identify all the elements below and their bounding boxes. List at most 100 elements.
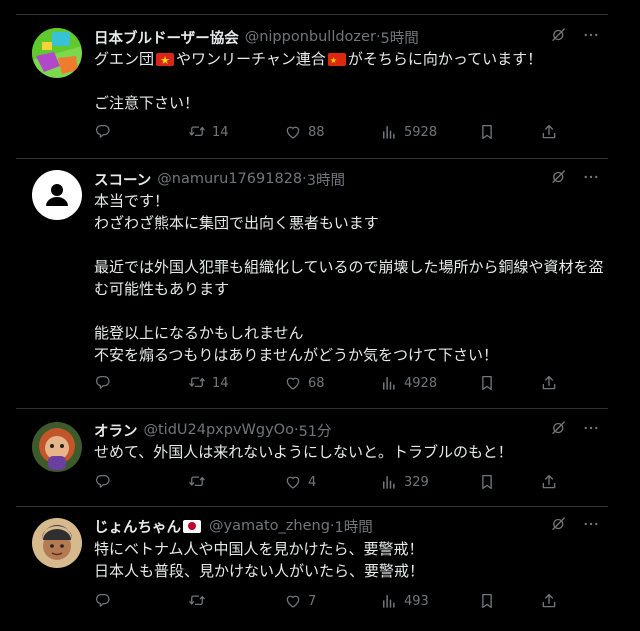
views-icon xyxy=(383,595,395,608)
text-segment: やワンリーチャン連合 xyxy=(176,50,326,68)
reply-feed: 日本ブルドーザー協会 @nipponbulldozer · 5時間 グエン団やワ… xyxy=(0,0,640,631)
text-line: 不安を煽るつもりはありませんがどうか気をつけて下さい！ xyxy=(94,346,498,364)
memoji-avatar xyxy=(32,518,82,568)
grok-icon[interactable] xyxy=(550,419,568,437)
timestamp[interactable]: 1時間 xyxy=(335,516,373,537)
default-avatar-icon xyxy=(46,184,68,206)
grok-icon[interactable] xyxy=(550,515,568,533)
more-icon[interactable] xyxy=(582,26,600,44)
user-handle[interactable]: @nipponbulldozer xyxy=(245,29,376,45)
share-button[interactable] xyxy=(540,473,558,491)
text-segment: がそちらに向かっています！ xyxy=(347,50,543,68)
tweet-4[interactable]: じょんちゃん @yamato_zheng · 1時間 特にベトナム人や中国人を見… xyxy=(16,506,608,631)
views-button[interactable]: 329 xyxy=(380,473,429,491)
share-icon xyxy=(542,375,556,390)
timestamp[interactable]: 5時間 xyxy=(381,27,419,48)
reply-icon xyxy=(95,474,110,488)
views-button[interactable]: 5928 xyxy=(380,123,437,141)
like-icon xyxy=(286,476,300,489)
avatar[interactable] xyxy=(32,422,82,472)
bookmark-icon xyxy=(482,593,492,609)
reply-button[interactable] xyxy=(94,374,112,392)
user-handle[interactable]: @yamato_zheng xyxy=(209,518,330,534)
reply-icon xyxy=(95,593,110,607)
retweet-button[interactable] xyxy=(188,473,206,491)
action-bar: 7 493 xyxy=(94,590,598,612)
text-line: わざわざ熊本に集団で出向く悪者もいます xyxy=(94,214,379,232)
view-count: 493 xyxy=(404,593,429,609)
text-segment: グエン団 xyxy=(94,50,155,68)
tweet-1[interactable]: 日本ブルドーザー協会 @nipponbulldozer · 5時間 グエン団やワ… xyxy=(16,14,608,158)
text-line: む可能性もあります xyxy=(94,280,230,298)
text-line: せめて、外国人は来れないようにしないと。トラブルのもと！ xyxy=(94,443,513,461)
retweet-icon xyxy=(189,595,205,606)
share-button[interactable] xyxy=(540,592,558,610)
more-icon[interactable] xyxy=(582,168,600,186)
reply-button[interactable] xyxy=(94,592,112,610)
retweet-button[interactable]: 14 xyxy=(188,123,229,141)
display-name[interactable]: じょんちゃん xyxy=(94,516,181,537)
avatar[interactable] xyxy=(32,518,82,568)
like-icon xyxy=(286,126,300,139)
like-count: 4 xyxy=(308,474,317,490)
text-line: ご注意下さい！ xyxy=(94,94,200,112)
china-flag-icon xyxy=(327,50,346,72)
display-name[interactable]: スコーン xyxy=(94,169,151,190)
orangutan-avatar xyxy=(32,422,82,472)
bookmark-icon xyxy=(482,375,492,391)
text-line: 日本人も普段、見かけない人がいたら、要警戒！ xyxy=(94,562,425,580)
retweet-button[interactable]: 14 xyxy=(188,374,229,392)
text-line: 本当です！ xyxy=(94,192,170,210)
retweet-button[interactable] xyxy=(188,592,206,610)
view-count: 329 xyxy=(404,474,429,490)
tweet-3[interactable]: オラン @tidU24pxpvWgyOo · 51分 せめて、外国人は来れないよ… xyxy=(16,408,608,506)
action-bar: 14 88 5928 xyxy=(94,121,598,143)
tweet-text: グエン団 やワンリーチャン連合 がそちらに向かっています！ ご注意下さい！ xyxy=(94,48,598,114)
bookmark-button[interactable] xyxy=(478,592,496,610)
like-icon xyxy=(286,377,300,390)
reply-icon xyxy=(95,124,110,138)
views-button[interactable]: 493 xyxy=(380,592,429,610)
display-name[interactable]: 日本ブルドーザー協会 xyxy=(94,27,239,48)
timestamp[interactable]: 3時間 xyxy=(307,169,345,190)
user-handle[interactable]: @namuru17691828 xyxy=(157,171,302,187)
retweet-icon xyxy=(189,126,205,137)
share-button[interactable] xyxy=(540,123,558,141)
share-icon xyxy=(542,593,556,608)
view-count: 5928 xyxy=(404,124,438,140)
more-icon[interactable] xyxy=(582,419,600,437)
grok-icon[interactable] xyxy=(550,168,568,186)
reply-button[interactable] xyxy=(94,473,112,491)
japan-flag-icon xyxy=(183,519,201,533)
like-count: 68 xyxy=(308,375,325,391)
more-icon[interactable] xyxy=(582,515,600,533)
tweet-text: 特にベトナム人や中国人を見かけたら、要警戒！ 日本人も普段、見かけない人がいたら… xyxy=(94,538,598,582)
like-button[interactable]: 88 xyxy=(284,123,325,141)
like-count: 88 xyxy=(308,124,325,140)
tweet-text: せめて、外国人は来れないようにしないと。トラブルのもと！ xyxy=(94,441,598,463)
bookmark-button[interactable] xyxy=(478,473,496,491)
avatar[interactable] xyxy=(32,170,82,220)
retweet-icon xyxy=(189,476,205,487)
avatar[interactable] xyxy=(32,28,82,78)
display-name[interactable]: オラン xyxy=(94,420,138,441)
share-button[interactable] xyxy=(540,374,558,392)
timestamp[interactable]: 51分 xyxy=(299,420,332,441)
retweet-icon xyxy=(189,377,205,388)
grok-icon[interactable] xyxy=(550,26,568,44)
reply-icon xyxy=(95,375,110,389)
like-button[interactable]: 7 xyxy=(284,592,316,610)
share-icon xyxy=(542,474,556,489)
views-button[interactable]: 4928 xyxy=(380,374,437,392)
reply-button[interactable] xyxy=(94,123,112,141)
view-count: 4928 xyxy=(404,375,438,391)
text-line: 能登以上になるかもしれません xyxy=(94,324,304,342)
like-button[interactable]: 4 xyxy=(284,473,316,491)
user-handle[interactable]: @tidU24pxpvWgyOo xyxy=(144,422,294,438)
action-bar: 4 329 xyxy=(94,471,598,493)
text-line: 最近では外国人犯罪も組織化しているので崩壊した場所から銅線や資材を盗 xyxy=(94,258,604,276)
tweet-2[interactable]: スコーン @namuru17691828 · 3時間 本当です！ わざわざ熊本に… xyxy=(16,158,608,408)
bookmark-button[interactable] xyxy=(478,123,496,141)
like-button[interactable]: 68 xyxy=(284,374,325,392)
bookmark-button[interactable] xyxy=(478,374,496,392)
